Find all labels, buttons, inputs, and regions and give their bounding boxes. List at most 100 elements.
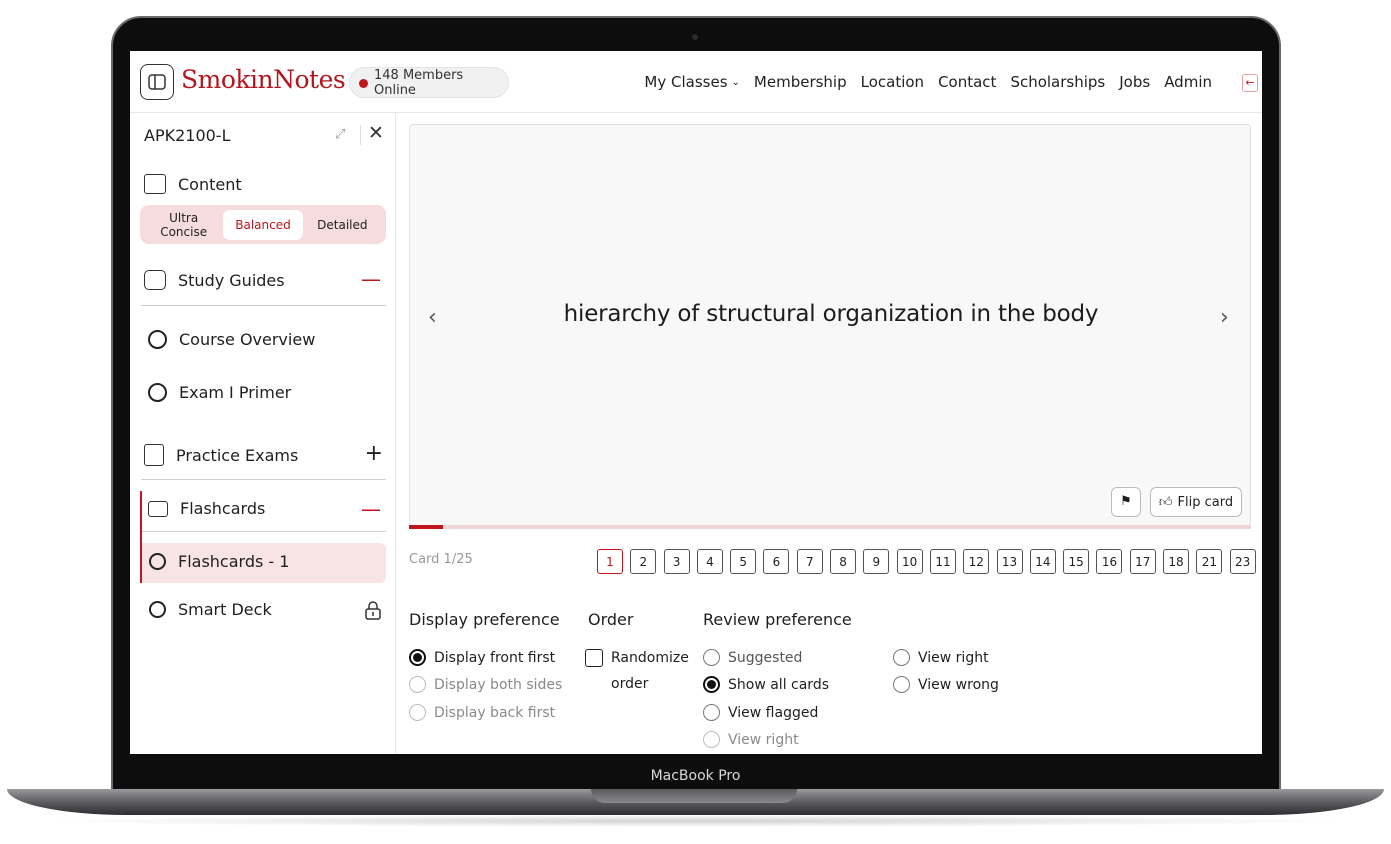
display-option[interactable]: Display both sides	[409, 676, 562, 693]
page-button-2[interactable]: 2	[630, 549, 657, 574]
flip-card-label: Flip card	[1177, 494, 1234, 510]
study-guide-item[interactable]: Course Overview	[148, 330, 315, 349]
radio-icon	[703, 731, 720, 748]
flashcard-deck-label: Flashcards - 1	[178, 552, 290, 571]
progress-bar	[409, 525, 1251, 529]
collapse-minus-icon[interactable]: —	[361, 269, 381, 289]
thumbs-up-icon: 👍︎	[1158, 494, 1173, 510]
collapse-minus-icon[interactable]: —	[361, 499, 381, 519]
brand-logo[interactable]: SmokinNotes	[181, 65, 346, 94]
page-button-10[interactable]: 10	[896, 549, 923, 574]
review-option[interactable]: Show all cards	[703, 676, 829, 693]
study-guides-header[interactable]: Study Guides	[144, 270, 285, 290]
page-button-3[interactable]: 3	[663, 549, 690, 574]
page-button-11[interactable]: 11	[929, 549, 956, 574]
divider	[360, 125, 361, 145]
page-button-14[interactable]: 14	[1029, 549, 1056, 574]
nav-jobs[interactable]: Jobs	[1119, 73, 1150, 91]
page-button-5[interactable]: 5	[730, 549, 757, 574]
sidebar-toggle-button[interactable]	[140, 64, 174, 100]
radio-icon	[893, 676, 910, 693]
flashcard-deck-item[interactable]: Smart Deck	[149, 600, 272, 619]
display-option-label: Display both sides	[434, 676, 563, 693]
flashcards-header[interactable]: Flashcards	[148, 499, 265, 518]
review-option[interactable]: View right	[703, 731, 799, 748]
page-button-15[interactable]: 15	[1063, 549, 1090, 574]
close-icon[interactable]: ✕	[368, 122, 384, 144]
review-preference-title: Review preference	[703, 610, 852, 629]
study-guide-item-label: Course Overview	[179, 330, 316, 349]
page-button-8[interactable]: 8	[830, 549, 857, 574]
chevron-down-icon: ⌄	[731, 76, 740, 88]
review-option[interactable]: View flagged	[703, 704, 818, 721]
radio-icon	[893, 649, 910, 666]
flashcard[interactable]: ‹ hierarchy of structural organization i…	[409, 124, 1251, 526]
expand-plus-icon[interactable]: +	[365, 443, 383, 465]
page-button-18[interactable]: 18	[1163, 549, 1190, 574]
nav-admin[interactable]: Admin	[1164, 73, 1212, 91]
randomize-order-checkbox[interactable]: Randomize	[585, 649, 689, 667]
review-option-label: View right	[728, 731, 799, 748]
flag-icon: ⚑	[1120, 494, 1132, 509]
content-label: Content	[178, 174, 242, 194]
circle-icon	[149, 553, 166, 570]
nav-my-classes[interactable]: My Classes ⌄	[644, 73, 739, 91]
chevron-right-icon[interactable]: ›	[1220, 305, 1229, 330]
page-button-4[interactable]: 4	[696, 549, 723, 574]
nav-my-classes-label: My Classes	[644, 73, 728, 91]
page-button-1[interactable]: 1	[597, 549, 623, 574]
display-preference-title: Display preference	[409, 610, 560, 629]
flip-card-button[interactable]: 👍︎ Flip card	[1150, 487, 1242, 517]
page-button-6[interactable]: 6	[763, 549, 790, 574]
nav-location[interactable]: Location	[861, 73, 924, 91]
study-guide-item[interactable]: Exam I Primer	[148, 383, 291, 402]
card-pager: 1 2 3 4 5 6 7 8 9 10 11 12 13 14 15 16 17 18 21 23	[597, 549, 1256, 574]
expand-icon[interactable]: ⤢	[335, 127, 351, 143]
camera-icon	[692, 34, 698, 40]
progress-fill	[409, 525, 443, 529]
study-guides-label: Study Guides	[178, 270, 285, 290]
review-option-label: View flagged	[728, 704, 819, 721]
divider	[142, 531, 386, 532]
nav-contact[interactable]: Contact	[938, 73, 996, 91]
radio-icon	[409, 676, 426, 693]
page-button-12[interactable]: 12	[963, 549, 990, 574]
page-button-13[interactable]: 13	[996, 549, 1023, 574]
flashcards-label: Flashcards	[180, 499, 266, 518]
content-header: Content	[144, 174, 242, 194]
page-button-23[interactable]: 23	[1229, 549, 1256, 574]
practice-exams-header[interactable]: Practice Exams	[144, 444, 298, 466]
mode-ultra-concise[interactable]: Ultra Concise	[144, 203, 223, 247]
logout-icon[interactable]: ←	[1242, 74, 1258, 92]
review-option-label: Suggested	[728, 649, 803, 666]
page-button-16[interactable]: 16	[1096, 549, 1123, 574]
mode-balanced[interactable]: Balanced	[223, 209, 303, 240]
page-button-17[interactable]: 17	[1129, 549, 1156, 574]
page-button-7[interactable]: 7	[796, 549, 823, 574]
display-option[interactable]: Display front first	[409, 649, 555, 666]
online-members-badge: 148 Members Online	[349, 67, 509, 98]
review-option-label: View right	[918, 649, 989, 666]
page-button-21[interactable]: 21	[1196, 549, 1223, 574]
mode-detailed[interactable]: Detailed	[303, 210, 382, 240]
radio-icon	[703, 649, 720, 666]
sidebar: APK2100-L ⤢ ✕ Content Ultra Concise Bala…	[130, 113, 396, 754]
checkbox-icon	[585, 649, 603, 667]
flashcard-deck-item[interactable]: Flashcards - 1	[149, 552, 289, 571]
review-option[interactable]: Suggested	[703, 649, 802, 666]
review-option[interactable]: View wrong	[893, 676, 999, 693]
review-option[interactable]: View right	[893, 649, 989, 666]
radio-selected-icon	[409, 649, 426, 666]
flag-button[interactable]: ⚑	[1111, 487, 1141, 517]
nav-membership[interactable]: Membership	[754, 73, 847, 91]
nav-scholarships[interactable]: Scholarships	[1010, 73, 1105, 91]
radio-icon	[703, 704, 720, 721]
display-option[interactable]: Display back first	[409, 704, 555, 721]
content-icon	[144, 174, 166, 194]
review-option-label: View wrong	[918, 676, 999, 693]
book-icon	[144, 444, 164, 466]
laptop-shadow	[40, 815, 1351, 827]
randomize-label: Randomize	[611, 650, 689, 666]
practice-exams-label: Practice Exams	[176, 445, 299, 465]
page-button-9[interactable]: 9	[863, 549, 890, 574]
